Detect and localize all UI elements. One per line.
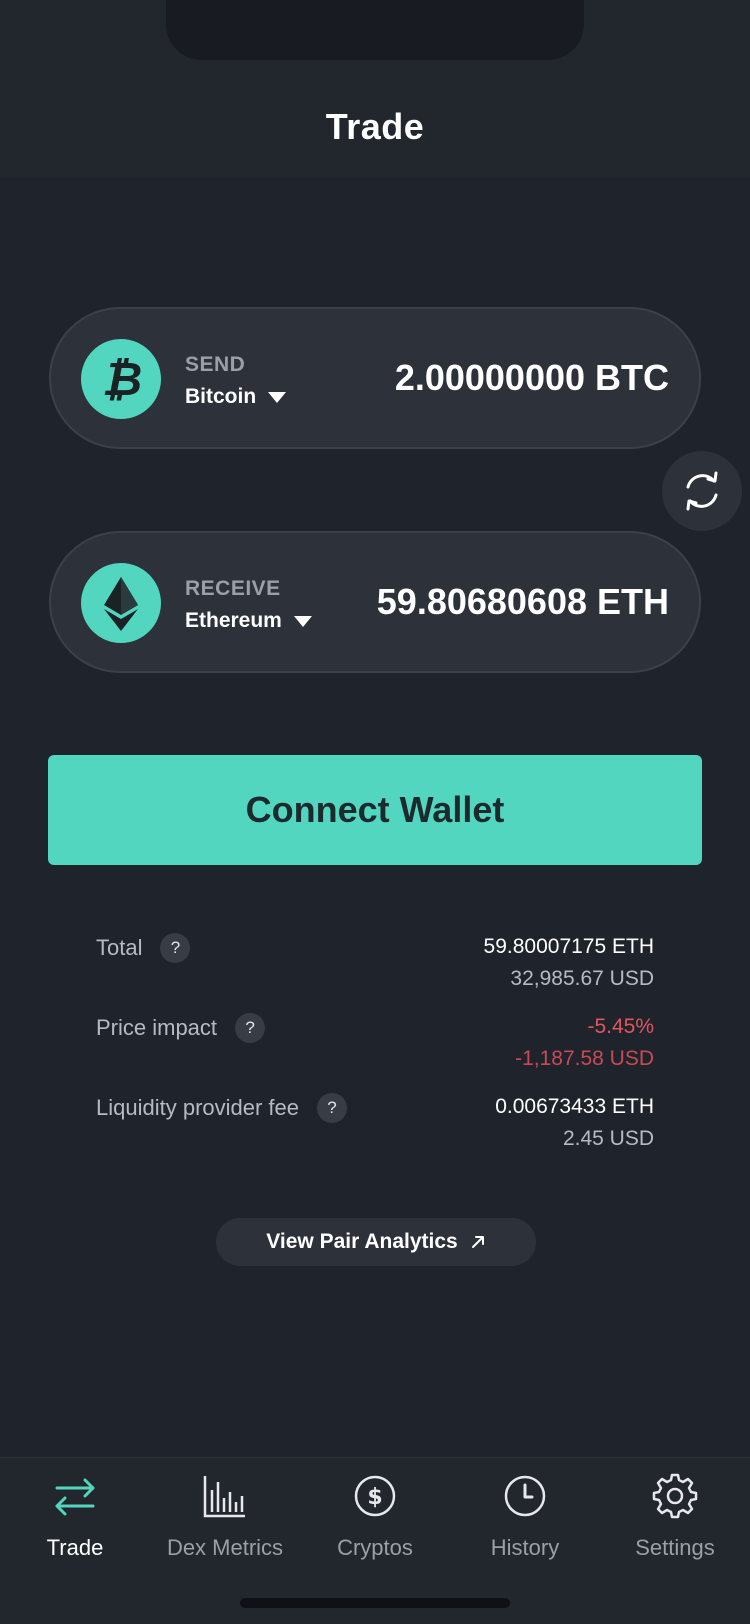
send-asset-dropdown[interactable]: Bitcoin: [185, 385, 287, 409]
receive-asset-dropdown[interactable]: Ethereum: [185, 609, 312, 633]
stat-row-liquidity-fee: Liquidity provider fee ? 0.00673433 ETH …: [96, 1093, 654, 1163]
home-indicator: [240, 1598, 510, 1608]
caret-down-icon: [293, 615, 312, 627]
stat-row-total: Total ? 59.80007175 ETH 32,985.67 USD: [96, 933, 654, 1003]
svg-text:₿: ₿: [102, 352, 142, 406]
header: Trade: [0, 0, 750, 178]
tab-trade[interactable]: Trade: [0, 1458, 150, 1568]
bar-chart-icon: [203, 1476, 245, 1518]
receive-selector[interactable]: RECEIVE Ethereum 59.80680608 ETH: [49, 531, 701, 673]
stat-primary-value: 0.00673433 ETH: [495, 1095, 654, 1118]
help-icon[interactable]: ?: [160, 933, 191, 963]
receive-asset-name: Ethereum: [185, 609, 282, 632]
stat-secondary-value: 32,985.67 USD: [510, 967, 654, 990]
clock-icon: [504, 1475, 546, 1517]
tab-dex-metrics[interactable]: Dex Metrics: [150, 1458, 300, 1568]
send-selector[interactable]: ₿ SEND Bitcoin 2.00000000 BTC: [49, 307, 701, 449]
help-icon[interactable]: ?: [317, 1093, 348, 1123]
help-icon[interactable]: ?: [235, 1013, 266, 1043]
stat-secondary-value: 2.45 USD: [562, 1127, 654, 1150]
swap-direction-button[interactable]: [662, 451, 742, 531]
external-link-icon: [471, 1236, 484, 1248]
bitcoin-icon: ₿: [81, 339, 161, 419]
swap-icon: [55, 1478, 95, 1516]
ethereum-icon: [81, 563, 161, 643]
page-title: Trade: [325, 106, 425, 147]
tab-settings[interactable]: Settings: [600, 1458, 750, 1568]
tab-cryptos[interactable]: $ Cryptos: [300, 1458, 450, 1568]
connect-wallet-button[interactable]: Connect Wallet: [48, 755, 702, 865]
caret-down-icon: [268, 391, 287, 403]
stat-row-price-impact: Price impact ? -5.45% -1,187.58 USD: [96, 1013, 654, 1083]
receive-amount[interactable]: 59.80680608 ETH: [377, 581, 669, 623]
stat-secondary-value: -1,187.58 USD: [515, 1047, 654, 1070]
stat-primary-value: 59.80007175 ETH: [483, 935, 654, 958]
send-amount[interactable]: 2.00000000 BTC: [395, 357, 669, 399]
view-pair-analytics-button[interactable]: View Pair Analytics: [216, 1218, 536, 1266]
receive-label: RECEIVE: [185, 577, 281, 600]
swap-arrows-icon: [686, 471, 718, 511]
stat-label: Price impact ?: [96, 1013, 266, 1043]
tab-history[interactable]: History: [450, 1458, 600, 1568]
gear-icon: [652, 1473, 698, 1519]
stat-label: Liquidity provider fee ?: [96, 1093, 348, 1123]
stat-label: Total ?: [96, 933, 191, 963]
stat-primary-value: -5.45%: [587, 1015, 654, 1038]
send-asset-name: Bitcoin: [185, 385, 257, 408]
svg-text:$: $: [367, 1485, 382, 1510]
device-notch: [166, 0, 584, 60]
dollar-icon: $: [354, 1475, 396, 1517]
send-label: SEND: [185, 353, 246, 376]
